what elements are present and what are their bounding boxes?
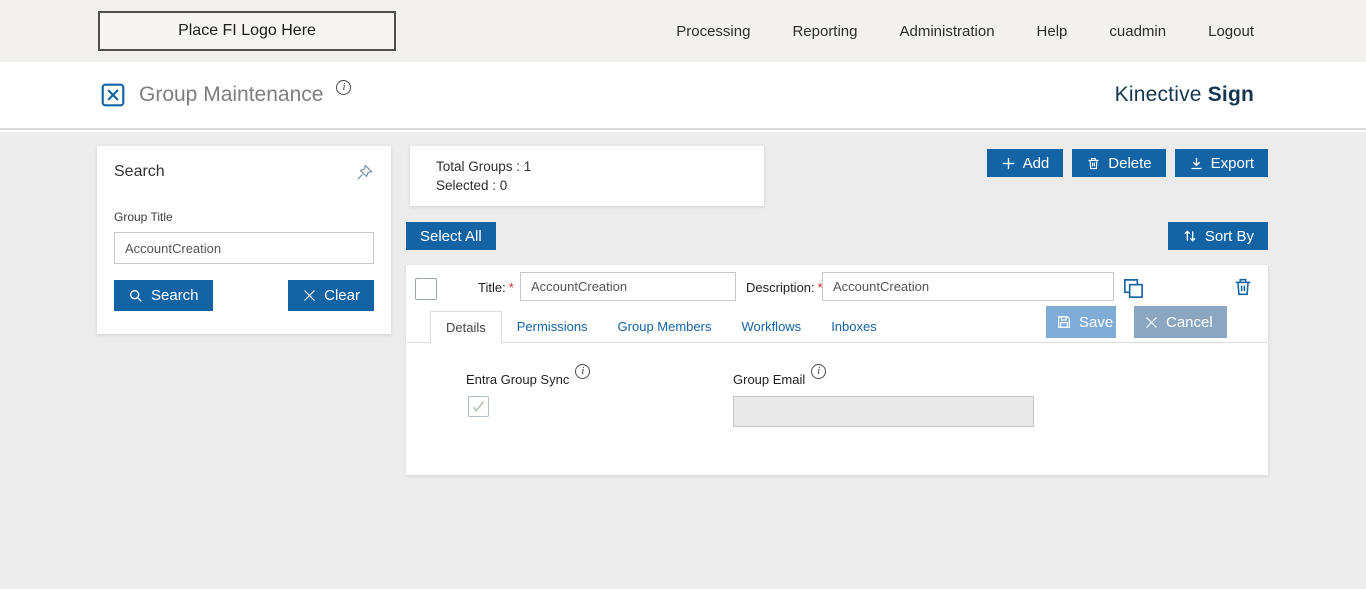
x-icon xyxy=(1146,316,1157,328)
search-panel-title: Search xyxy=(114,163,165,180)
clear-button[interactable]: Clear xyxy=(288,280,374,311)
copy-group-button[interactable] xyxy=(1122,277,1145,303)
delete-button-label: Delete xyxy=(1108,154,1152,172)
tab-inboxes[interactable]: Inboxes xyxy=(816,311,892,343)
description-input[interactable] xyxy=(822,272,1114,301)
group-title-input[interactable] xyxy=(114,232,374,264)
plus-icon xyxy=(1002,157,1014,169)
title-label: Title: * xyxy=(478,280,514,295)
floppy-disk-icon xyxy=(1058,316,1070,328)
nav-help[interactable]: Help xyxy=(1037,23,1068,40)
nav-user-cuadmin[interactable]: cuadmin xyxy=(1109,23,1166,40)
brand-logo: Kinective Sign xyxy=(1115,83,1254,107)
select-all-label: Select All xyxy=(420,227,482,245)
add-button-label: Add xyxy=(1022,154,1050,172)
clear-button-label: Clear xyxy=(324,287,360,304)
download-icon xyxy=(1191,157,1202,169)
group-email-label: Group Email i xyxy=(733,364,827,387)
page-info-icon[interactable]: i xyxy=(336,79,352,95)
group-row-checkbox[interactable] xyxy=(415,278,437,300)
page-head: Group Maintenance i xyxy=(100,79,352,108)
magnifier-icon xyxy=(130,289,142,302)
summary-box: Total Groups : 1 Selected : 0 xyxy=(410,146,764,206)
sort-by-button[interactable]: Sort By xyxy=(1167,222,1268,250)
description-label: Description: * xyxy=(746,280,823,295)
save-button-label: Save xyxy=(1079,313,1114,331)
group-maintenance-icon xyxy=(100,82,126,108)
brand-name: Kinective xyxy=(1114,83,1202,106)
up-down-arrows-icon xyxy=(1184,230,1196,242)
toolbar: Add Delete Export xyxy=(986,149,1268,177)
select-all-button[interactable]: Select All xyxy=(406,222,496,250)
fi-logo-text: Place FI Logo Here xyxy=(178,22,316,39)
selected-count: Selected : 0 xyxy=(436,178,508,193)
nav-logout[interactable]: Logout xyxy=(1208,23,1254,40)
export-button[interactable]: Export xyxy=(1174,149,1268,177)
export-button-label: Export xyxy=(1210,154,1254,172)
tab-workflows[interactable]: Workflows xyxy=(726,311,816,343)
total-groups-count: Total Groups : 1 xyxy=(436,159,532,174)
entra-info-icon[interactable]: i xyxy=(575,364,591,379)
top-nav: Processing Reporting Administration Help… xyxy=(676,23,1254,40)
required-marker: * xyxy=(508,280,514,295)
content-area: Search Group Title Search Clear xyxy=(0,132,1366,589)
group-title-label: Group Title xyxy=(114,210,173,224)
save-button[interactable]: Save xyxy=(1046,306,1116,338)
tab-permissions[interactable]: Permissions xyxy=(502,311,603,343)
brand-name-bold: Sign xyxy=(1207,83,1254,106)
entra-group-sync-label: Entra Group Sync i xyxy=(466,364,591,387)
group-email-input xyxy=(733,396,1034,427)
title-input[interactable] xyxy=(520,272,736,301)
fi-logo-placeholder: Place FI Logo Here xyxy=(98,11,396,51)
search-panel: Search Group Title Search Clear xyxy=(97,146,391,334)
search-button-label: Search xyxy=(151,287,199,304)
tab-details[interactable]: Details xyxy=(430,311,502,344)
delete-button[interactable]: Delete xyxy=(1072,149,1166,177)
delete-group-button[interactable] xyxy=(1232,276,1254,301)
sort-by-label: Sort By xyxy=(1204,227,1254,245)
pin-icon[interactable] xyxy=(355,163,374,187)
page-header: Group Maintenance i Kinective Sign xyxy=(0,62,1366,130)
cancel-button-label: Cancel xyxy=(1166,313,1213,331)
nav-reporting[interactable]: Reporting xyxy=(792,23,857,40)
group-row-card: Title:* Description:* Details Permission… xyxy=(406,265,1268,475)
top-bar: Place FI Logo Here Processing Reporting … xyxy=(0,0,1366,62)
nav-processing[interactable]: Processing xyxy=(676,23,750,40)
copy-icon xyxy=(1124,279,1143,298)
trash-icon xyxy=(1088,157,1099,169)
trash-icon xyxy=(1235,278,1251,296)
page-title: Group Maintenance xyxy=(139,83,324,106)
add-button[interactable]: Add xyxy=(986,149,1064,177)
nav-administration[interactable]: Administration xyxy=(900,23,995,40)
tab-group-members[interactable]: Group Members xyxy=(603,311,727,343)
entra-group-sync-checkbox[interactable] xyxy=(468,396,489,417)
cancel-button[interactable]: Cancel xyxy=(1134,306,1227,338)
x-icon xyxy=(304,290,316,301)
checkmark-icon xyxy=(472,401,485,413)
search-button[interactable]: Search xyxy=(114,280,213,311)
group-email-info-icon[interactable]: i xyxy=(811,364,827,379)
